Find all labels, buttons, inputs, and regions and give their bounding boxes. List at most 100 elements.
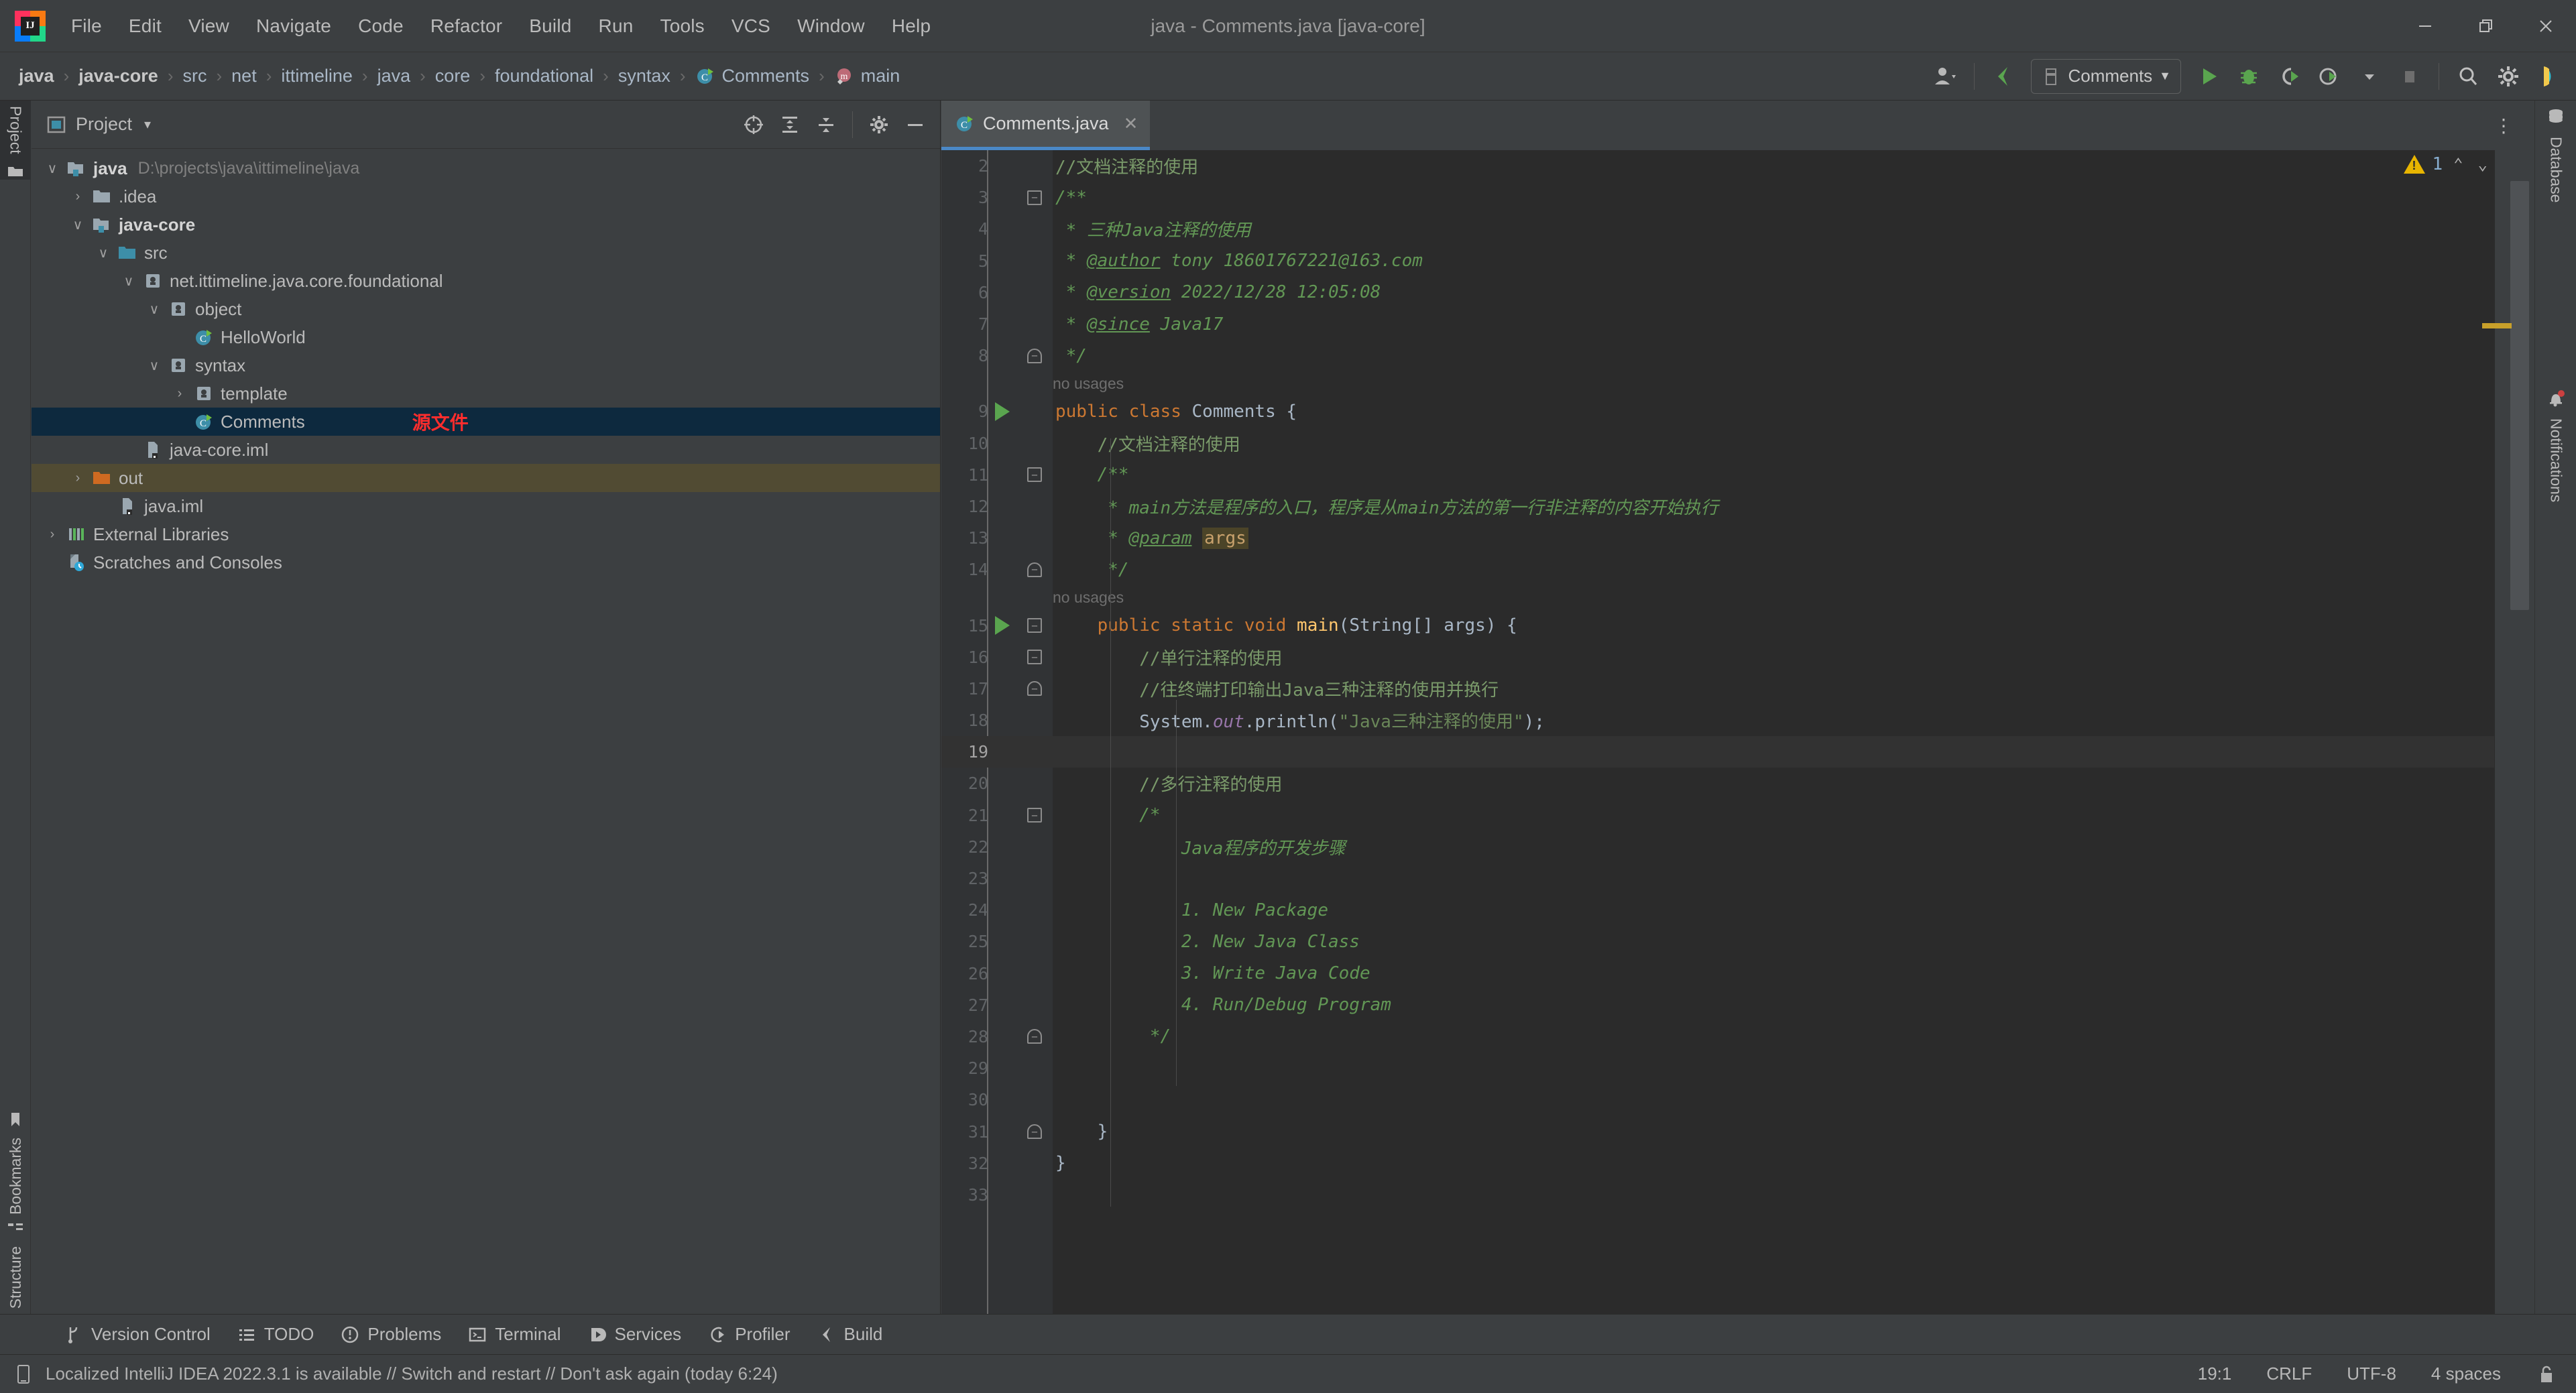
unlocked-padlock-icon[interactable] [2530, 1361, 2561, 1388]
fold-collapse-icon[interactable]: − [1027, 618, 1042, 633]
menu-item-run[interactable]: Run [585, 11, 647, 41]
code-line-29[interactable]: 29 [941, 1052, 2494, 1084]
chevron-down-icon-node[interactable]: ∨ [41, 160, 64, 177]
line-number[interactable]: 23 [941, 869, 988, 888]
sidebar-item-database[interactable]: Database [2540, 107, 2571, 208]
breadcrumb-item-syntax[interactable]: syntax [611, 63, 677, 89]
menu-item-edit[interactable]: Edit [115, 11, 175, 41]
line-number[interactable]: 5 [941, 251, 988, 271]
run-gutter-icon[interactable] [995, 402, 1010, 421]
menu-item-help[interactable]: Help [878, 11, 944, 41]
breadcrumb-item-foundational[interactable]: foundational [488, 63, 600, 89]
line-number[interactable]: 2 [941, 156, 988, 176]
minus-icon-hide-panel[interactable] [898, 108, 932, 141]
chevron-down-icon-node[interactable]: ∨ [92, 245, 115, 261]
breadcrumb-item-java[interactable]: java [12, 63, 61, 89]
inspection-widget[interactable]: 1 ⌃ ⌄ [2404, 154, 2492, 174]
code-line-14[interactable]: 14 − */ [941, 554, 2494, 585]
code-line-17[interactable]: 17 − //往终端打印输出Java三种注释的使用并换行 [941, 673, 2494, 705]
tree-node-external-libraries[interactable]: › External Libraries [32, 520, 940, 548]
code-line-12[interactable]: 12 * main方法是程序的入口，程序是从main方法的第一行非注释的内容开始… [941, 491, 2494, 522]
fold-end-icon[interactable]: − [1027, 1029, 1042, 1044]
line-number[interactable]: 16 [941, 648, 988, 667]
line-number[interactable]: 6 [941, 283, 988, 302]
tree-node-java-core[interactable]: ∨ java-core [32, 210, 940, 239]
line-number[interactable]: 19 [941, 742, 988, 762]
breadcrumb-item-core[interactable]: core [428, 63, 477, 89]
breadcrumb-item-comments[interactable]: C Comments [689, 63, 817, 89]
code-line-3[interactable]: 3 −/** [941, 182, 2494, 213]
tree-node-src[interactable]: ∨ src [32, 239, 940, 267]
fold-end-icon[interactable]: − [1027, 681, 1042, 696]
code-line-2[interactable]: 2 //文档注释的使用 [941, 150, 2494, 182]
code-editor[interactable]: 2//文档注释的使用 3−/** 4 * 三种Java注释的使用 5 * @autho… [941, 150, 2534, 1314]
line-separator[interactable]: CRLF [2261, 1361, 2317, 1387]
editor-tab-comments-java[interactable]: C Comments.java ✕ [941, 101, 1151, 150]
chevron-right-icon-node[interactable]: › [168, 386, 191, 402]
editor-scrollbar[interactable] [2510, 181, 2529, 610]
chevron-down-icon-node[interactable]: ∨ [117, 273, 140, 290]
warning-marker[interactable] [2482, 323, 2512, 328]
line-number[interactable]: 3 [941, 188, 988, 207]
run-gutter-icon[interactable] [995, 616, 1010, 635]
menu-item-refactor[interactable]: Refactor [417, 11, 516, 41]
code-line-26[interactable]: 26 3. Write Java Code [941, 958, 2494, 989]
chevron-down-icon-node[interactable]: ∨ [143, 301, 166, 318]
line-number[interactable]: 11 [941, 465, 988, 485]
code-line-25[interactable]: 25 2. New Java Class [941, 926, 2494, 957]
tree-node-syntax[interactable]: ∨ syntax [32, 351, 940, 379]
inlay-hint-no-usages[interactable]: no usages [941, 585, 2494, 609]
chevron-down-icon-inspection[interactable]: ⌄ [2474, 155, 2492, 174]
sidebar-item-structure[interactable]: Structure [0, 1219, 31, 1314]
code-line-8[interactable]: 8 − */ [941, 340, 2494, 371]
line-number[interactable]: 28 [941, 1027, 988, 1046]
code-line-10[interactable]: 10 //文档注释的使用 [941, 428, 2494, 459]
line-number[interactable]: 26 [941, 964, 988, 983]
account-icon[interactable] [1927, 58, 1963, 95]
chevron-down-icon-node[interactable]: ∨ [143, 357, 166, 374]
fold-end-icon[interactable]: − [1027, 562, 1042, 577]
close-button[interactable] [2516, 0, 2576, 52]
chevron-down-icon-node[interactable]: ∨ [66, 217, 89, 233]
fold-end-icon[interactable]: − [1027, 1124, 1042, 1140]
tree-node-java-iml[interactable]: java.iml [32, 492, 940, 520]
bottom-tool-services[interactable]: Services [577, 1320, 692, 1349]
code-line-32[interactable]: 32} [941, 1148, 2494, 1179]
line-number[interactable]: 8 [941, 346, 988, 365]
menu-item-view[interactable]: View [175, 11, 243, 41]
chevron-down-icon-project[interactable]: ▾ [144, 116, 151, 133]
code-line-20[interactable]: 20 //多行注释的使用 [941, 768, 2494, 799]
code-line-13[interactable]: 13 * @param args [941, 522, 2494, 554]
build-arrow-icon[interactable] [1985, 58, 2022, 95]
bottom-tool-build[interactable]: Build [807, 1320, 894, 1349]
chevron-up-icon[interactable]: ⌃ [2449, 155, 2467, 174]
code-line-7[interactable]: 7 * @since Java17 [941, 308, 2494, 340]
run-button[interactable] [2190, 58, 2227, 95]
chevron-right-icon-node[interactable]: › [66, 471, 89, 486]
code-line-31[interactable]: 31 − } [941, 1115, 2494, 1147]
breadcrumb-item-java-core[interactable]: java-core [72, 63, 165, 89]
code-line-18[interactable]: 18 System.out.println("Java三种注释的使用"); [941, 705, 2494, 736]
line-number[interactable]: 17 [941, 679, 988, 699]
menu-item-file[interactable]: File [58, 11, 115, 41]
tree-node-scratches-and-consoles[interactable]: Scratches and Consoles [32, 548, 940, 577]
code-line-15[interactable]: 15 − public static void main(String[] arg… [941, 609, 2494, 641]
chevron-down-icon-profile[interactable] [2351, 58, 2388, 95]
status-message[interactable]: Localized IntelliJ IDEA 2022.3.1 is avai… [46, 1364, 778, 1384]
code-line-6[interactable]: 6 * @version 2022/12/28 12:05:08 [941, 277, 2494, 308]
minimize-button[interactable] [2395, 0, 2455, 52]
line-number[interactable]: 30 [941, 1090, 988, 1109]
line-number[interactable]: 27 [941, 995, 988, 1015]
line-number[interactable]: 22 [941, 837, 988, 857]
bottom-tool-profiler[interactable]: Profiler [697, 1320, 801, 1349]
code-line-16[interactable]: 16 − //单行注释的使用 [941, 642, 2494, 673]
run-configuration-selector[interactable]: Comments ▼ [2031, 58, 2181, 94]
line-number[interactable]: 9 [941, 402, 988, 421]
code-line-19[interactable]: 19 [941, 736, 2494, 768]
code-line-28[interactable]: 28 − */ [941, 1021, 2494, 1052]
code-line-27[interactable]: 27 4. Run/Debug Program [941, 989, 2494, 1021]
close-icon[interactable]: ✕ [1124, 113, 1138, 134]
crosshair-icon[interactable] [737, 108, 770, 141]
fold-collapse-icon[interactable]: − [1027, 808, 1042, 823]
line-number[interactable]: 25 [941, 932, 988, 951]
